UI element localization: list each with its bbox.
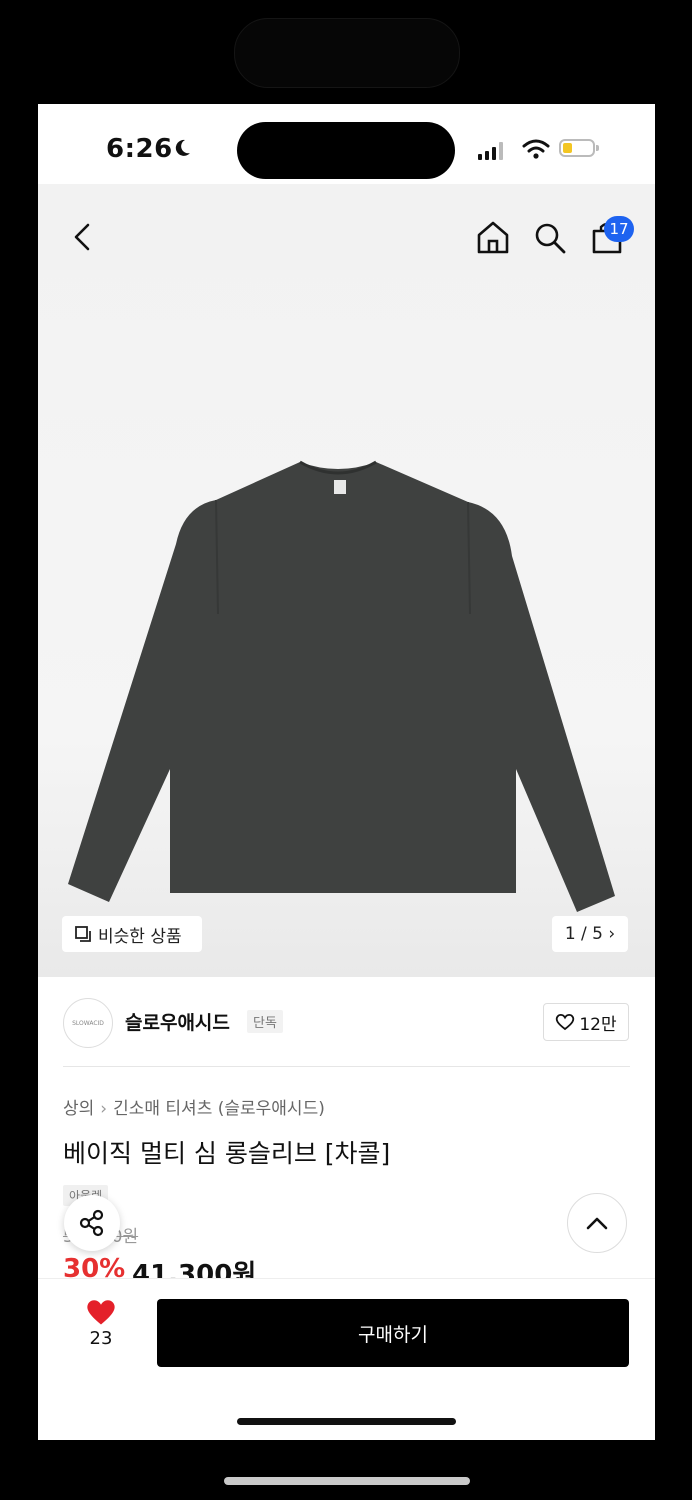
chevron-left-icon [74, 223, 90, 251]
wifi-icon [522, 139, 550, 159]
outer-home-bar [224, 1477, 470, 1485]
signal-icon [478, 142, 508, 160]
dynamic-island [237, 122, 455, 179]
battery-icon [559, 139, 599, 157]
back-button[interactable] [68, 220, 96, 254]
breadcrumb-item[interactable]: 긴소매 티셔츠 (슬로우애시드) [113, 1099, 325, 1119]
brand-logo[interactable]: SLOWACID [63, 998, 113, 1048]
brand-like-button[interactable]: 12만 [543, 1003, 629, 1041]
breadcrumb: 상의 › 긴소매 티셔츠 (슬로우애시드) [63, 1094, 325, 1119]
brand-like-count: 12만 [579, 1014, 617, 1035]
scroll-top-button[interactable] [567, 1193, 627, 1253]
divider [63, 1066, 630, 1067]
similar-products-label: 비슷한 상품 [98, 926, 182, 947]
exclusive-badge: 단독 [247, 1010, 283, 1033]
similar-icon [75, 926, 91, 942]
buy-button[interactable]: 구매하기 [157, 1299, 629, 1367]
share-button[interactable] [64, 1195, 120, 1251]
product-image [68, 460, 615, 912]
brand-name[interactable]: 슬로우애시드 [125, 1008, 230, 1035]
home-icon [477, 221, 509, 254]
cart-count-badge: 17 [604, 216, 634, 242]
chevron-up-icon [586, 1217, 608, 1230]
similar-products-button[interactable]: 비슷한 상품 [62, 916, 202, 952]
phone-screen: 6:26 17 비슷한 상품 1 / 5 › SLOWACID 슬로우애시드 단… [38, 104, 655, 1440]
wish-button[interactable]: 23 [74, 1298, 128, 1349]
home-indicator [237, 1418, 456, 1425]
product-image-gallery[interactable] [38, 184, 655, 977]
product-title: 베이직 멀티 심 롱슬리브 [차콜] [63, 1139, 391, 1168]
breadcrumb-separator-icon: › [100, 1099, 108, 1119]
breadcrumb-item[interactable]: 상의 [63, 1099, 94, 1119]
image-page-indicator[interactable]: 1 / 5 › [552, 916, 628, 952]
heart-filled-icon [87, 1300, 115, 1325]
moon-icon [175, 139, 190, 156]
search-button[interactable] [532, 220, 568, 256]
status-time: 6:26 [106, 134, 173, 164]
wish-count: 23 [89, 1328, 113, 1349]
search-icon [535, 223, 566, 254]
share-icon [79, 1209, 104, 1237]
camera-housing [234, 18, 460, 88]
heart-outline-icon [556, 1013, 575, 1031]
home-button[interactable] [474, 218, 512, 256]
